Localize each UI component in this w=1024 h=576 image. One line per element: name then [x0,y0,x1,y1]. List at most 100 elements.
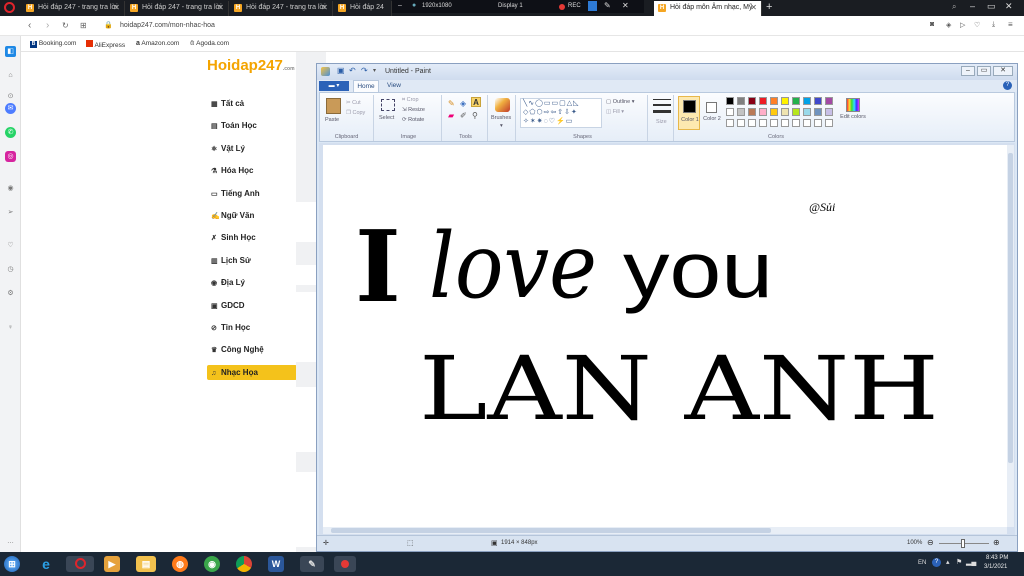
paint-minimize-icon[interactable]: – [961,66,975,76]
bookmark-booking[interactable]: B Booking.com [30,40,76,48]
close-recorder-icon[interactable]: ✕ [622,1,629,10]
browser-tab[interactable]: H Hỏi đáp 247 - trang tra lời ✕ [22,1,125,16]
palette-color-swatch[interactable] [770,119,778,127]
close-tab-icon[interactable]: ✕ [113,3,120,12]
subject-menu-item[interactable]: ◉ Địa Lý [207,275,297,290]
palette-color-swatch[interactable] [803,119,811,127]
heart-icon[interactable]: ♡ [974,21,980,29]
vertical-scroll-thumb[interactable] [1008,153,1013,463]
subject-menu-item[interactable]: ⚗ Hóa Học [207,163,297,178]
fill-tool-icon[interactable]: ◈ [460,99,466,108]
subject-menu-item[interactable]: ♫ Nhạc Họa [207,364,297,380]
palette-color-swatch[interactable] [759,108,767,116]
bookmark-amazon[interactable]: a Amazon.com [136,40,179,47]
menu-icon[interactable]: ≡ [1008,20,1013,29]
chrome-icon[interactable] [236,556,252,572]
camera-icon[interactable]: ◙ [930,21,934,28]
paint-taskbar-icon[interactable]: ✎ [300,556,324,572]
color-picker-icon[interactable]: ✐ [460,111,467,120]
pen-icon[interactable]: ✎ [604,1,611,10]
home-icon[interactable]: ⌂ [5,70,16,81]
palette-color-swatch[interactable] [781,108,789,116]
palette-color-swatch[interactable] [792,97,800,105]
more-icon[interactable]: … [5,536,16,547]
cut-button[interactable]: ✂ Cut [346,100,361,106]
save-quick-icon[interactable]: ▣ [337,66,345,75]
palette-color-swatch[interactable] [737,119,745,127]
crop-button[interactable]: ⌗ Crop [402,97,419,104]
send-icon[interactable]: ➢ [5,207,16,218]
whatsapp-icon[interactable]: ✆ [5,127,16,138]
palette-color-swatch[interactable] [748,108,756,116]
display-label[interactable]: Display 1 [498,3,523,9]
paint-maximize-icon[interactable]: ▭ [977,66,991,76]
size-lines-icon[interactable] [653,99,671,113]
forward-icon[interactable]: › [46,20,49,31]
select-button[interactable]: Select [379,115,394,121]
rec-button[interactable]: REC [568,3,581,9]
browser-tab[interactable]: H Hỏi đáp 247 - trang tra lời ✕ [126,1,229,16]
size-button[interactable]: Size [656,119,667,125]
canvas-horizontal-scrollbar[interactable] [323,527,1007,534]
file-explorer-icon[interactable]: ▤ [136,556,156,572]
site-logo[interactable]: Hoidap247.com [207,57,295,74]
internet-explorer-icon[interactable]: e [38,556,54,572]
subject-menu-item[interactable]: ⊘ Tin Học [207,320,297,335]
rotate-button[interactable]: ⟳ Rotate [402,117,424,123]
clock-time[interactable]: 8:43 PM [986,555,1008,561]
shield-icon[interactable]: ◈ [946,21,951,29]
palette-color-swatch[interactable] [814,119,822,127]
outline-button[interactable]: ▢ Outline ▾ [606,99,634,105]
subject-menu-item[interactable]: ▭ Tiếng Anh [207,186,297,201]
browser-tab-active[interactable]: H Hỏi đáp môn Âm nhạc, Mỹ ✕ [654,1,762,16]
reload-icon[interactable]: ↻ [62,21,69,30]
paste-icon[interactable] [326,98,341,114]
maximize-window-icon[interactable]: ▭ [987,1,996,12]
opera-logo-icon[interactable] [4,2,15,13]
zoom-slider-thumb[interactable] [961,539,965,548]
zoom-slider[interactable] [939,539,989,548]
recorder-square-icon[interactable] [588,1,597,11]
word-icon[interactable]: W [268,556,284,572]
paint-close-icon[interactable]: ✕ [993,66,1013,76]
tab-home[interactable]: Home [353,80,379,92]
palette-color-swatch[interactable] [770,97,778,105]
quick-access-dropdown-icon[interactable]: ▾ [373,67,376,74]
subject-menu-item[interactable]: ⚛ Vật Lý [207,141,297,156]
palette-color-swatch[interactable] [825,108,833,116]
palette-color-swatch[interactable] [803,108,811,116]
language-indicator[interactable]: EN [918,560,926,566]
color1-button[interactable]: Color 1 [678,96,700,130]
zoom-out-icon[interactable]: ⊖ [927,538,934,547]
browser-tab[interactable]: H Hỏi đáp 24 [334,1,392,16]
close-window-icon[interactable]: ✕ [1005,1,1013,12]
firefox-icon[interactable]: ◍ [172,556,188,572]
search-tabs-icon[interactable]: ⌕ [952,2,956,12]
palette-color-swatch[interactable] [792,119,800,127]
clock-date[interactable]: 3/1/2021 [984,564,1007,570]
favorites-icon[interactable]: ♡ [5,240,16,251]
palette-color-swatch[interactable] [781,119,789,127]
subject-menu-item[interactable]: ▥ Lịch Sử [207,253,297,268]
fill-button[interactable]: ◫ Fill ▾ [606,109,624,115]
palette-color-swatch[interactable] [748,119,756,127]
copy-button[interactable]: ❐ Copy [346,110,365,116]
palette-color-swatch[interactable] [770,108,778,116]
flag-tray-icon[interactable]: ⚑ [956,558,962,566]
eraser-tool-icon[interactable]: ▰ [448,111,454,120]
settings-icon[interactable]: ⚙ [5,288,16,299]
palette-color-swatch[interactable] [825,97,833,105]
close-tab-icon[interactable]: ✕ [750,3,757,12]
horizontal-scroll-thumb[interactable] [331,528,771,533]
bulb-icon[interactable]: ♀ [5,322,16,333]
messenger-app-icon[interactable]: ◧ [5,46,16,57]
select-icon[interactable] [381,99,395,111]
undo-icon[interactable]: ↶ [349,66,356,75]
back-icon[interactable]: ‹ [28,20,31,31]
text-tool-icon[interactable]: A [471,97,481,107]
instagram-icon[interactable]: ◎ [5,151,16,162]
opera-taskbar-icon[interactable] [66,556,94,572]
media-player-icon[interactable]: ▶ [104,556,120,572]
tabs-grid-icon[interactable]: ⊞ [80,21,87,30]
magnifier-icon[interactable]: ⚲ [472,111,478,120]
